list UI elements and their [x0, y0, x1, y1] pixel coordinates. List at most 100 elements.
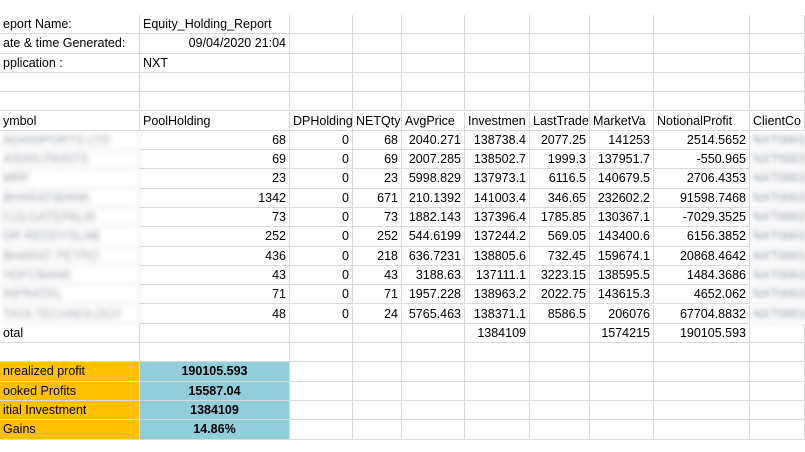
empty-cell[interactable] [402, 72, 465, 93]
empty-cell[interactable] [465, 92, 530, 112]
empty-cell[interactable] [654, 401, 750, 421]
value-cell[interactable]: 0 [290, 227, 353, 247]
empty-cell[interactable] [530, 401, 590, 421]
value-cell[interactable]: 218 [353, 246, 402, 266]
empty-cell[interactable] [290, 362, 353, 382]
report-name-label[interactable]: eport Name: [0, 15, 140, 35]
empty-cell[interactable] [590, 72, 654, 93]
empty-cell[interactable] [353, 381, 402, 401]
empty-cell[interactable] [353, 323, 402, 344]
client-code-cell[interactable]: NXT0001234 [750, 285, 805, 305]
report-name-value[interactable]: Equity_Holding_Report [140, 15, 290, 35]
empty-cell[interactable] [465, 401, 530, 421]
value-cell[interactable]: 2040.271 [402, 130, 465, 151]
empty-cell[interactable] [290, 92, 353, 112]
value-cell[interactable]: 138963.2 [465, 285, 530, 305]
column-header[interactable]: PoolHolding [140, 111, 290, 131]
value-cell[interactable]: 140679.5 [590, 169, 654, 189]
empty-cell[interactable] [750, 15, 805, 35]
empty-cell[interactable] [654, 420, 750, 440]
value-cell[interactable]: 0 [290, 169, 353, 189]
value-cell[interactable]: 0 [290, 150, 353, 170]
column-header[interactable]: Investmen [465, 111, 530, 131]
symbol-cell[interactable]: BHARATIBANK [0, 188, 140, 208]
empty-cell[interactable] [590, 343, 654, 363]
empty-cell[interactable] [0, 343, 140, 363]
empty-cell[interactable] [353, 72, 402, 93]
empty-cell[interactable] [0, 92, 140, 112]
empty-cell[interactable] [465, 72, 530, 93]
value-cell[interactable]: 2514.5652 [654, 130, 750, 151]
column-header[interactable]: ClientCo [750, 111, 805, 131]
value-cell[interactable]: 141253 [590, 130, 654, 151]
summary-value[interactable]: 14.86% [140, 420, 290, 440]
value-cell[interactable]: 137111.1 [465, 265, 530, 286]
value-cell[interactable]: 732.45 [530, 246, 590, 266]
empty-cell[interactable] [140, 323, 290, 344]
column-header[interactable]: MarketVa [590, 111, 654, 131]
empty-cell[interactable] [750, 420, 805, 440]
value-cell[interactable]: 1957.228 [402, 285, 465, 305]
value-cell[interactable]: 0 [290, 246, 353, 266]
client-code-cell[interactable]: NXT0001234 [750, 188, 805, 208]
value-cell[interactable]: 23 [140, 169, 290, 189]
empty-cell[interactable] [654, 343, 750, 363]
client-code-cell[interactable]: NXT0001234 [750, 265, 805, 286]
summary-label[interactable]: Gains [0, 420, 140, 440]
summary-label[interactable]: nrealized profit [0, 362, 140, 382]
empty-cell[interactable] [530, 53, 590, 73]
value-cell[interactable]: 159674.1 [590, 246, 654, 266]
empty-cell[interactable] [402, 323, 465, 344]
empty-cell[interactable] [750, 53, 805, 73]
empty-cell[interactable] [465, 381, 530, 401]
value-cell[interactable]: 569.05 [530, 227, 590, 247]
empty-cell[interactable] [290, 323, 353, 344]
empty-cell[interactable] [290, 401, 353, 421]
empty-cell[interactable] [402, 362, 465, 382]
empty-cell[interactable] [402, 53, 465, 73]
value-cell[interactable]: 1999.3 [530, 150, 590, 170]
value-cell[interactable]: 346.65 [530, 188, 590, 208]
empty-cell[interactable] [140, 343, 290, 363]
column-header[interactable]: DPHolding [290, 111, 353, 131]
value-cell[interactable]: 138738.4 [465, 130, 530, 151]
value-cell[interactable]: 3188.63 [402, 265, 465, 286]
value-cell[interactable]: 138371.1 [465, 304, 530, 324]
value-cell[interactable]: 71 [140, 285, 290, 305]
empty-cell[interactable] [750, 401, 805, 421]
total-market-value[interactable]: 1574215 [590, 323, 654, 344]
value-cell[interactable]: 143400.6 [590, 227, 654, 247]
column-header[interactable]: LastTrade [530, 111, 590, 131]
value-cell[interactable]: 2077.25 [530, 130, 590, 151]
value-cell[interactable]: 544.6199 [402, 227, 465, 247]
value-cell[interactable]: 43 [140, 265, 290, 286]
empty-cell[interactable] [590, 15, 654, 35]
empty-cell[interactable] [465, 34, 530, 54]
value-cell[interactable]: 141003.4 [465, 188, 530, 208]
empty-cell[interactable] [402, 34, 465, 54]
empty-cell[interactable] [530, 34, 590, 54]
value-cell[interactable]: 137244.2 [465, 227, 530, 247]
value-cell[interactable]: 138502.7 [465, 150, 530, 170]
empty-cell[interactable] [530, 15, 590, 35]
value-cell[interactable]: 1882.143 [402, 208, 465, 228]
empty-cell[interactable] [290, 15, 353, 35]
empty-cell[interactable] [590, 401, 654, 421]
empty-cell[interactable] [530, 362, 590, 382]
symbol-cell[interactable]: ASIAN PAINTS [0, 150, 140, 170]
empty-cell[interactable] [402, 381, 465, 401]
total-investment[interactable]: 1384109 [465, 323, 530, 344]
total-label[interactable]: otal [0, 323, 140, 344]
client-code-cell[interactable]: NXT0001234 [750, 246, 805, 266]
column-header[interactable]: NETQty [353, 111, 402, 131]
value-cell[interactable]: 4652.062 [654, 285, 750, 305]
empty-cell[interactable] [353, 343, 402, 363]
value-cell[interactable]: 210.1392 [402, 188, 465, 208]
value-cell[interactable]: 6156.3852 [654, 227, 750, 247]
empty-cell[interactable] [465, 15, 530, 35]
empty-cell[interactable] [530, 343, 590, 363]
summary-value[interactable]: 1384109 [140, 401, 290, 421]
empty-cell[interactable] [590, 53, 654, 73]
empty-cell[interactable] [290, 72, 353, 93]
empty-cell[interactable] [290, 381, 353, 401]
